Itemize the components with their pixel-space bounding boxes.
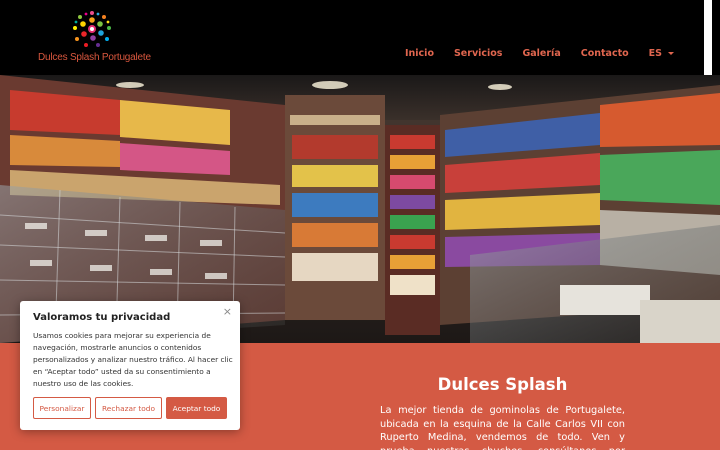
language-selector[interactable]: ES (649, 48, 674, 59)
language-label: ES (648, 48, 662, 59)
logo-text: Dulces Splash Portugalete (38, 52, 151, 63)
candy-dots-logo-icon (73, 11, 111, 47)
reject-all-button[interactable]: Rechazar todo (95, 397, 162, 419)
cookie-title: Valoramos tu privacidad (33, 312, 171, 323)
scrollbar[interactable] (704, 0, 712, 75)
section-description: La mejor tienda de gominolas de Portugal… (380, 405, 625, 450)
accept-all-button[interactable]: Aceptar todo (166, 397, 227, 419)
chevron-down-icon (668, 52, 674, 55)
customize-button[interactable]: Personalizar (33, 397, 91, 419)
nav-inicio[interactable]: Inicio (405, 48, 434, 59)
nav-galeria[interactable]: Galería (522, 48, 560, 59)
main-nav: Inicio Servicios Galería Contacto ES (385, 48, 674, 59)
close-icon[interactable]: × (223, 305, 232, 318)
site-header: Dulces Splash Portugalete Inicio Servici… (0, 0, 712, 75)
cookie-consent-banner: × Valoramos tu privacidad Usamos cookies… (20, 301, 240, 430)
section-title: Dulces Splash (437, 375, 568, 394)
nav-servicios[interactable]: Servicios (454, 48, 503, 59)
cookie-description: Usamos cookies para mejorar su experienc… (33, 331, 233, 388)
nav-contacto[interactable]: Contacto (581, 48, 629, 59)
site-logo[interactable]: Dulces Splash Portugalete (38, 10, 151, 65)
